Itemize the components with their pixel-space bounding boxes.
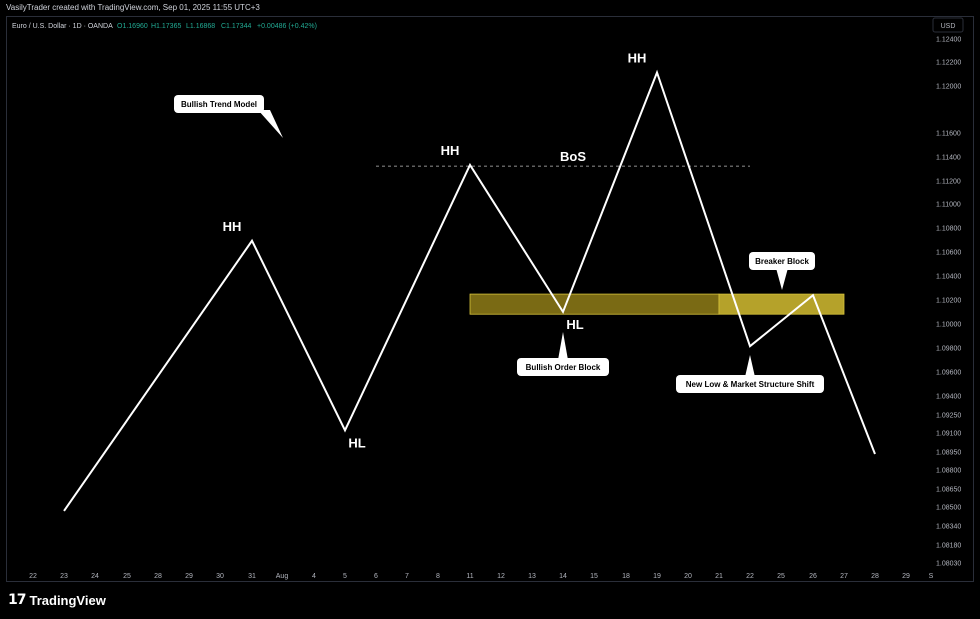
callout-text: Breaker Block — [755, 257, 809, 266]
callout[interactable]: Bullish Order Block — [517, 332, 609, 376]
date-tick: Aug — [276, 573, 289, 580]
callout-text: New Low & Market Structure Shift — [686, 380, 815, 389]
price-tick: 1.11600 — [936, 131, 961, 138]
price-tick: 1.11000 — [936, 202, 961, 209]
symbol-legend: Euro / U.S. Dollar · 1D · OANDA O1.16960… — [12, 23, 317, 30]
bos-layer: BoS — [376, 149, 750, 167]
swing-label-hh: HH — [441, 143, 460, 158]
swing-label-hh: HH — [628, 50, 647, 65]
swing-label-hl: HL — [566, 317, 583, 332]
price-tick: 1.11200 — [936, 179, 961, 186]
tradingview-logo[interactable]: 17 TradingView — [8, 592, 106, 608]
date-tick: 30 — [216, 573, 224, 580]
date-tick: 26 — [809, 573, 817, 580]
date-tick: 20 — [684, 573, 692, 580]
callout-pointer — [776, 268, 788, 290]
price-path-line[interactable] — [63, 69, 876, 512]
date-tick: S — [929, 573, 934, 580]
callout-text: Bullish Trend Model — [181, 100, 257, 109]
date-tick: 24 — [91, 573, 99, 580]
date-tick: 14 — [559, 573, 567, 580]
date-tick: 31 — [248, 573, 256, 580]
price-tick: 1.10800 — [936, 226, 961, 233]
price-tick: 1.08030 — [936, 561, 961, 568]
callout-pointer — [558, 332, 568, 360]
tradingview-mark-icon: 17 — [8, 592, 27, 608]
price-tick: 1.12400 — [936, 37, 961, 44]
price-tick: 1.12000 — [936, 84, 961, 91]
low-value: L1.16868 — [186, 23, 215, 30]
callout[interactable]: Bullish Trend Model — [174, 95, 283, 138]
date-tick: 6 — [374, 573, 378, 580]
date-tick: 21 — [715, 573, 723, 580]
price-tick: 1.10400 — [936, 274, 961, 281]
footer — [0, 582, 980, 619]
price-tick: 1.08340 — [936, 524, 961, 531]
date-tick: 19 — [653, 573, 661, 580]
date-tick: 12 — [497, 573, 505, 580]
callouts-layer: Bullish Trend Model Bullish Order Block Br… — [174, 95, 824, 393]
series-layer — [63, 69, 876, 512]
date-tick: 15 — [590, 573, 598, 580]
change-value: +0.00486 (+0.42%) — [257, 23, 317, 30]
price-tick: 1.08500 — [936, 505, 961, 512]
price-tick: 1.09250 — [936, 413, 961, 420]
price-tick: 1.10600 — [936, 250, 961, 257]
callout-text: Bullish Order Block — [526, 363, 601, 372]
chart-canvas[interactable]: Euro / U.S. Dollar · 1D · OANDA O1.16960… — [0, 0, 980, 582]
callout[interactable]: New Low & Market Structure Shift — [676, 355, 824, 393]
date-tick: 29 — [185, 573, 193, 580]
date-tick: 7 — [405, 573, 409, 580]
price-tick: 1.08950 — [936, 450, 961, 457]
callout-pointer — [258, 110, 283, 138]
open-value: O1.16960 — [117, 23, 148, 30]
date-tick: 25 — [777, 573, 785, 580]
date-tick: 29 — [902, 573, 910, 580]
price-tick: 1.09400 — [936, 394, 961, 401]
price-tick: 1.09600 — [936, 370, 961, 377]
date-axis[interactable]: 22 23 24 25 28 29 30 31 Aug 4 5 6 7 8 11 12 13 14 15 18 19 20… — [29, 573, 934, 580]
price-tick: 1.11400 — [936, 155, 961, 162]
date-tick: 18 — [622, 573, 630, 580]
date-tick: 4 — [312, 573, 316, 580]
date-tick: 11 — [466, 573, 473, 580]
date-tick: 22 — [29, 573, 37, 580]
price-tick: 1.08180 — [936, 543, 961, 550]
price-tick: 1.08800 — [936, 468, 961, 475]
swing-labels-layer: HH HL HH HL HH — [223, 50, 647, 450]
date-tick: 28 — [871, 573, 879, 580]
swing-label-hl: HL — [348, 435, 365, 450]
close-value: C1.17344 — [221, 23, 251, 30]
price-tick: 1.09800 — [936, 346, 961, 353]
price-tick: 1.09100 — [936, 431, 961, 438]
tradingview-wordmark: TradingView — [29, 592, 106, 608]
bos-label: BoS — [560, 149, 586, 164]
callout[interactable]: Breaker Block — [749, 252, 815, 290]
price-tick: 1.08650 — [936, 487, 961, 494]
date-tick: 28 — [154, 573, 162, 580]
symbol-title[interactable]: Euro / U.S. Dollar · 1D · OANDA — [12, 23, 113, 30]
date-tick: 23 — [60, 573, 68, 580]
zones-layer — [469, 293, 845, 315]
date-tick: 25 — [123, 573, 131, 580]
price-axis[interactable]: 1.12400 1.12200 1.12000 1.11600 1.11400 1.112… — [936, 37, 961, 568]
swing-label-hh: HH — [223, 219, 242, 234]
currency-badge-label: USD — [941, 23, 956, 30]
date-tick: 8 — [436, 573, 440, 580]
price-tick: 1.10200 — [936, 298, 961, 305]
price-tick: 1.12200 — [936, 60, 961, 67]
order-block-zone[interactable] — [469, 293, 720, 315]
high-value: H1.17365 — [151, 23, 181, 30]
callout-pointer — [745, 355, 755, 377]
date-tick: 5 — [343, 573, 347, 580]
date-tick: 27 — [840, 573, 848, 580]
date-tick: 22 — [746, 573, 754, 580]
price-tick: 1.10000 — [936, 322, 961, 329]
date-tick: 13 — [528, 573, 536, 580]
